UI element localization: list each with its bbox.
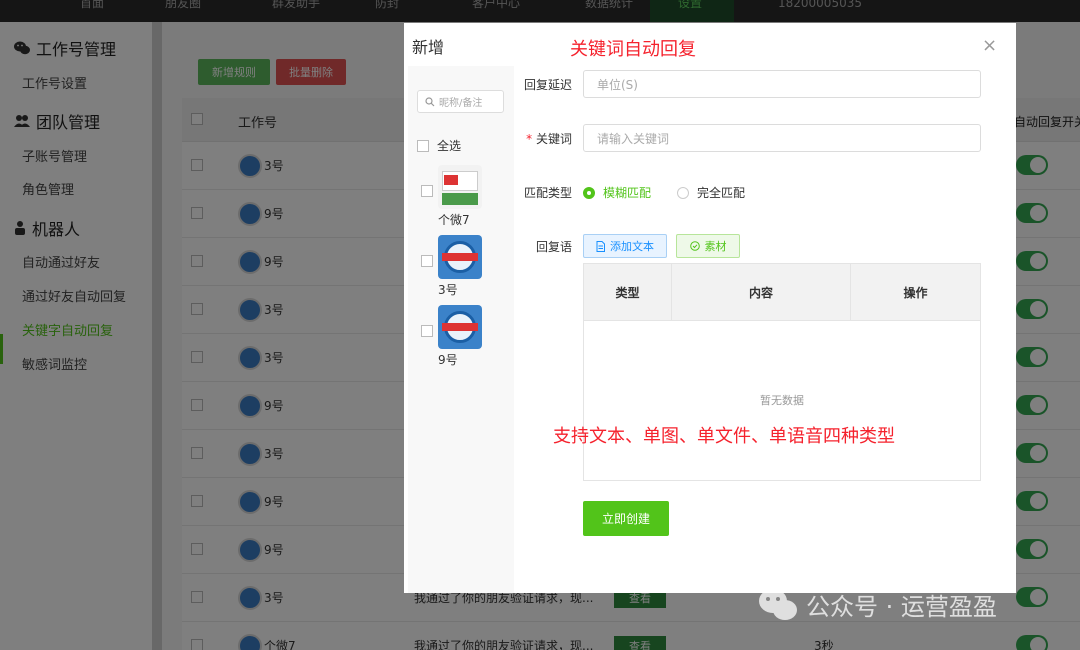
column-header-action: 操作 xyxy=(903,286,928,300)
add-text-label: 添加文本 xyxy=(610,240,654,253)
keyword-placeholder: 请输入关键词 xyxy=(597,131,670,146)
delay-input[interactable]: 单位(S) xyxy=(583,70,981,98)
contact-item[interactable]: 个微7 xyxy=(408,165,514,235)
close-icon[interactable]: × xyxy=(982,35,997,56)
contact-checkbox[interactable] xyxy=(421,185,433,197)
required-mark: * xyxy=(526,132,533,146)
add-text-button[interactable]: 添加文本 xyxy=(583,234,667,258)
select-all-contacts[interactable]: 全选 xyxy=(417,137,461,154)
select-all-checkbox[interactable] xyxy=(417,139,429,152)
delay-label: 回复延迟 xyxy=(523,78,572,92)
search-icon xyxy=(425,96,435,106)
check-circle-icon xyxy=(689,241,700,251)
radio-label: 完全匹配 xyxy=(697,186,746,200)
contact-search-input[interactable]: 昵称/备注 xyxy=(417,90,504,113)
add-modal: 新增 关键词自动回复 × 昵称/备注 全选 个微7 3号 9号 回复延迟 单位(… xyxy=(404,23,1016,593)
wechat-icon xyxy=(759,588,797,620)
match-type-radio-group: 模糊匹配 完全匹配 xyxy=(583,184,771,201)
modal-title: 新增 xyxy=(412,38,445,57)
search-placeholder: 昵称/备注 xyxy=(439,98,483,109)
empty-state-text: 暂无数据 xyxy=(760,394,804,407)
annotation-note: 支持文本、单图、单文件、单语音四种类型 xyxy=(553,426,895,447)
radio-dot[interactable] xyxy=(583,186,595,199)
select-all-label: 全选 xyxy=(437,139,462,153)
reply-table: 类型 内容 操作 暂无数据 xyxy=(583,263,981,481)
watermark-text: 公众号 · 运营盈盈 xyxy=(806,593,997,621)
avatar xyxy=(438,165,482,209)
delay-placeholder: 单位(S) xyxy=(597,77,638,92)
create-button[interactable]: 立即创建 xyxy=(583,501,669,536)
contact-checkbox[interactable] xyxy=(421,325,433,337)
radio-fuzzy-match[interactable]: 模糊匹配 xyxy=(583,184,651,201)
radio-exact-match[interactable]: 完全匹配 xyxy=(677,184,745,201)
avatar xyxy=(438,235,482,279)
contact-name: 3号 xyxy=(438,283,458,297)
annotation-title: 关键词自动回复 xyxy=(570,39,696,60)
keyword-label: * 关键词 xyxy=(510,130,572,147)
contact-item[interactable]: 3号 xyxy=(408,235,514,305)
radio-label: 模糊匹配 xyxy=(603,186,652,200)
radio-dot[interactable] xyxy=(677,186,690,199)
keyword-input[interactable]: 请输入关键词 xyxy=(583,124,981,152)
watermark: 公众号 · 运营盈盈 xyxy=(758,587,997,622)
contact-name: 个微7 xyxy=(438,213,470,227)
match-type-label: 匹配类型 xyxy=(523,186,572,200)
material-button[interactable]: 素材 xyxy=(676,234,740,258)
reply-table-header: 类型 内容 操作 xyxy=(584,264,980,321)
column-header-type: 类型 xyxy=(615,286,640,300)
material-label: 素材 xyxy=(704,240,727,253)
reply-label: 回复语 xyxy=(535,240,572,254)
contact-panel: 昵称/备注 全选 个微7 3号 9号 xyxy=(408,66,514,593)
document-icon xyxy=(596,240,605,252)
contact-name: 9号 xyxy=(438,353,458,367)
contact-checkbox[interactable] xyxy=(421,255,433,267)
column-header-content: 内容 xyxy=(748,286,773,300)
contact-item[interactable]: 9号 xyxy=(408,305,514,375)
avatar xyxy=(438,305,482,349)
keyword-label-text: 关键词 xyxy=(535,132,572,146)
